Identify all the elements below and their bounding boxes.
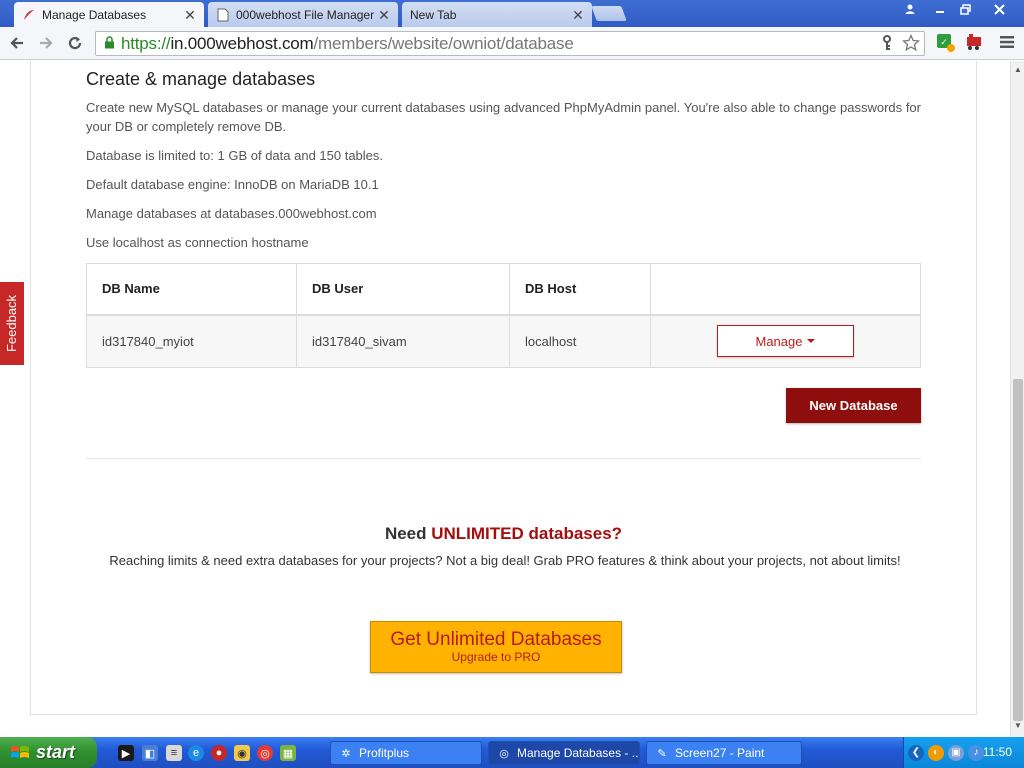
address-bar[interactable]: https://in.000webhost.com/members/websit…	[95, 31, 925, 56]
manage-at-text: Manage databases at databases.000webhost…	[86, 206, 377, 221]
new-database-button[interactable]: New Database	[786, 388, 921, 423]
databases-table: DB Name DB User DB Host id317840_myiot i…	[86, 263, 921, 368]
minimize-icon[interactable]	[926, 0, 953, 18]
page-title: Create & manage databases	[86, 69, 316, 89]
db-actions-cell: Manage	[650, 314, 921, 368]
000webhost-favicon-icon	[22, 8, 36, 22]
quicklaunch-media-icon[interactable]: ▶	[118, 745, 134, 761]
intro-text: Create new MySQL databases or manage you…	[86, 100, 921, 134]
feedback-tab[interactable]: Feedback	[0, 282, 24, 365]
tray-expand-icon[interactable]: ❮	[908, 744, 924, 761]
taskbar-item-profitplus[interactable]: ✲ Profitplus	[330, 741, 482, 765]
feedback-label: Feedback	[4, 294, 20, 353]
scroll-up-arrow-icon[interactable]: ▲	[1011, 63, 1024, 77]
url-path: /members/website/owniot/database	[313, 33, 574, 53]
user-profile-icon[interactable]	[896, 0, 923, 18]
db-user-cell: id317840_sivam	[296, 314, 510, 368]
url-host: in.000webhost.com	[170, 33, 314, 53]
tab-manage-databases[interactable]: Manage Databases ✕	[14, 2, 204, 27]
scrollbar-thumb[interactable]	[1013, 379, 1023, 721]
caret-down-icon	[807, 339, 816, 344]
column-header-db-user: DB User	[296, 263, 510, 315]
column-header-db-name: DB Name	[86, 263, 297, 315]
secure-lock-icon	[101, 35, 117, 52]
bookmark-star-icon[interactable]	[901, 33, 921, 57]
upsell-heading-prefix: Need	[384, 524, 432, 543]
column-header-actions	[650, 263, 921, 315]
internet-explorer-icon[interactable]: e	[188, 745, 204, 761]
cta-sub-label: Upgrade to PRO	[451, 650, 541, 664]
taskbar-clock: 11:50	[982, 745, 1012, 759]
restore-icon[interactable]	[952, 0, 979, 18]
taskbar-item-manage-databases[interactable]: ◎ Manage Databases - ...	[488, 741, 640, 765]
quicklaunch-window-icon[interactable]: ◧	[142, 745, 158, 761]
scroll-down-arrow-icon[interactable]: ▼	[1011, 719, 1024, 733]
page-icon	[216, 8, 230, 22]
chrome-icon[interactable]: ◎	[257, 745, 273, 761]
limit-text: Database is limited to: 1 GB of data and…	[86, 148, 384, 163]
table-header-row: DB Name DB User DB Host	[86, 263, 921, 315]
reload-icon[interactable]	[64, 32, 86, 54]
browser-tab-strip: Manage Databases ✕ 000webhost File Manag…	[0, 0, 1024, 27]
back-arrow-icon[interactable]	[6, 32, 28, 54]
url-scheme: https://	[121, 33, 171, 53]
quicklaunch-tool-icon[interactable]: ◉	[234, 745, 250, 761]
get-unlimited-databases-button[interactable]: Get Unlimited Databases Upgrade to PRO	[370, 621, 622, 673]
windows-logo-icon	[11, 745, 29, 758]
taskbar-item-label: Manage Databases - ...	[517, 746, 640, 760]
taskbar-item-paint[interactable]: ✎ Screen27 - Paint	[646, 741, 802, 765]
manage-button-label: Manage	[755, 333, 803, 349]
key-icon[interactable]	[881, 35, 893, 56]
start-button[interactable]: start	[0, 737, 97, 768]
db-name-cell: id317840_myiot	[86, 314, 297, 368]
system-tray: ❮ ◐ ▣ ♪ 11:50	[903, 737, 1024, 768]
tab-file-manager[interactable]: 000webhost File Manager ✕	[208, 2, 398, 27]
chrome-menu-icon[interactable]	[996, 31, 1018, 53]
column-header-db-host: DB Host	[509, 263, 651, 315]
forward-arrow-icon[interactable]	[35, 32, 57, 54]
new-tab-button[interactable]	[591, 6, 627, 21]
close-tab-icon[interactable]: ✕	[378, 8, 390, 22]
tab-new-tab[interactable]: New Tab ✕	[402, 2, 592, 27]
taskbar-item-label: Screen27 - Paint	[675, 746, 765, 760]
paint-icon: ✎	[657, 747, 667, 760]
chrome-icon: ◎	[499, 747, 509, 760]
extension-puzzle-icon[interactable]: ✓	[934, 31, 956, 53]
tab-title: Manage Databases	[42, 7, 147, 22]
section-divider	[86, 458, 921, 459]
url-text: https://in.000webhost.com/members/websit…	[121, 34, 574, 54]
tray-volume-icon[interactable]: ♪	[968, 744, 984, 761]
upsell-heading-highlight: UNLIMITED databases?	[431, 524, 623, 543]
browser-toolbar: https://in.000webhost.com/members/websit…	[0, 27, 1024, 60]
cta-main-label: Get Unlimited Databases	[390, 629, 602, 650]
db-host-cell: localhost	[509, 314, 651, 368]
page-viewport: Create & manage databases Create new MyS…	[0, 61, 1010, 737]
taskbar-item-label: Profitplus	[359, 746, 410, 760]
windows-taskbar: start ▶ ◧ ≡ e ● ◉ ◎ ▦ ✲ Profitplus ◎ Man…	[0, 737, 1024, 768]
quicklaunch-network-icon[interactable]: ▦	[280, 745, 296, 761]
hostname-note: Use localhost as connection hostname	[86, 235, 309, 250]
tab-title: 000webhost File Manager	[236, 7, 375, 22]
engine-text: Default database engine: InnoDB on Maria…	[86, 177, 379, 192]
vertical-scrollbar[interactable]: ▲ ▼	[1010, 61, 1024, 737]
tray-network-icon[interactable]: ▣	[948, 744, 964, 761]
svg-text:✓: ✓	[940, 38, 948, 48]
close-tab-icon[interactable]: ✕	[184, 8, 196, 22]
quicklaunch-document-icon[interactable]: ≡	[166, 745, 182, 761]
extension-train-icon[interactable]	[964, 31, 986, 53]
upsell-heading: Need UNLIMITED databases?	[86, 524, 921, 544]
table-row: id317840_myiot id317840_sivam localhost …	[86, 314, 921, 368]
close-window-icon[interactable]	[984, 0, 1014, 18]
tab-title: New Tab	[410, 7, 457, 22]
profitplus-icon: ✲	[341, 747, 351, 760]
manage-dropdown-button[interactable]: Manage	[717, 325, 854, 358]
upsell-description: Reaching limits & need extra databases f…	[109, 553, 901, 568]
close-tab-icon[interactable]: ✕	[572, 8, 584, 22]
tray-app-icon[interactable]: ◐	[928, 744, 944, 761]
quicklaunch-app-icon[interactable]: ●	[211, 745, 227, 761]
start-label: start	[36, 742, 76, 762]
